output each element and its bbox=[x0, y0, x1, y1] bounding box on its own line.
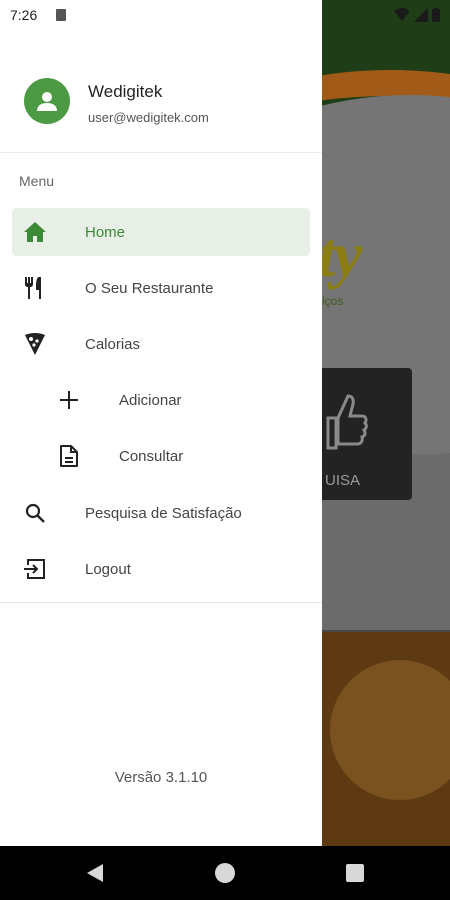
nav-item-label: O Seu Restaurante bbox=[85, 279, 214, 297]
system-navigation-bar bbox=[0, 846, 450, 900]
recents-icon bbox=[346, 864, 364, 882]
nav-item-satisfaction-survey[interactable]: Pesquisa de Satisfação bbox=[12, 489, 310, 537]
nav-item-label: Consultar bbox=[119, 447, 184, 465]
person-icon bbox=[37, 92, 57, 111]
background-brand-subtext: iços bbox=[322, 294, 344, 308]
nav-item-restaurant[interactable]: O Seu Restaurante bbox=[12, 264, 310, 312]
pizza-icon bbox=[23, 332, 47, 356]
menu-heading: Menu bbox=[19, 173, 55, 189]
nav-item-add[interactable]: Adicionar bbox=[12, 376, 310, 424]
document-icon bbox=[57, 444, 81, 468]
account-email: user@wedigitek.com bbox=[88, 110, 209, 125]
nav-item-label: Home bbox=[85, 223, 126, 241]
nav-item-label: Logout bbox=[85, 560, 131, 578]
restaurant-icon bbox=[23, 276, 47, 300]
thumbs-up-icon bbox=[326, 394, 368, 450]
drawer-divider bbox=[0, 602, 322, 603]
back-button[interactable] bbox=[68, 846, 122, 900]
home-button[interactable] bbox=[198, 846, 252, 900]
avatar[interactable] bbox=[24, 78, 70, 124]
nav-item-calories[interactable]: Calorias bbox=[12, 320, 310, 368]
account-name: Wedigitek bbox=[88, 82, 163, 101]
back-icon bbox=[87, 864, 103, 882]
nav-item-logout[interactable]: Logout bbox=[12, 545, 310, 593]
home-circle-icon bbox=[215, 863, 235, 883]
background-brand-text: ty bbox=[318, 219, 362, 290]
plus-icon bbox=[57, 388, 81, 412]
search-icon bbox=[23, 501, 47, 525]
nav-item-home[interactable]: Home bbox=[12, 208, 310, 256]
navigation-drawer: 7:26 Wedigitek user@wedigitek.com Menu H… bbox=[0, 0, 322, 846]
recents-button[interactable] bbox=[328, 846, 382, 900]
home-icon bbox=[23, 220, 47, 244]
nav-item-label: Pesquisa de Satisfação bbox=[85, 504, 242, 522]
nav-item-consult[interactable]: Consultar bbox=[12, 432, 310, 480]
account-header[interactable]: Wedigitek user@wedigitek.com bbox=[0, 0, 322, 153]
app-version: Versão 3.1.10 bbox=[114, 769, 208, 786]
nav-item-label: Adicionar bbox=[119, 391, 182, 409]
nav-item-label: Calorias bbox=[85, 335, 141, 353]
logout-icon bbox=[23, 557, 47, 581]
